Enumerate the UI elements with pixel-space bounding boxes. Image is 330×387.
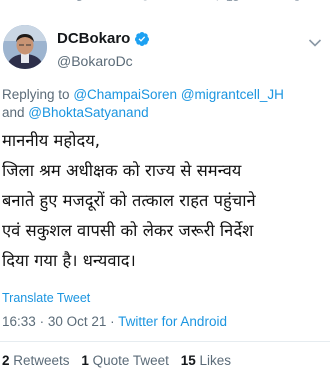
mention-link[interactable]: @migrantcell_JH xyxy=(181,87,284,102)
tweet-text-line: एवं सकुशल वापसी को लेकर जरूरी निर्देश xyxy=(2,221,254,240)
tweet-text-line: बनाते हुए मजदूरों को तत्काल राहत पहुंचान… xyxy=(2,191,256,210)
like-count: 15 xyxy=(226,0,239,4)
retweets-label: Retweets xyxy=(13,353,70,368)
tweet-time[interactable]: 16:33 xyxy=(2,314,36,329)
replying-to-conjunction: and xyxy=(2,105,25,120)
reply-count: 5 xyxy=(76,0,83,4)
retweets-stat[interactable]: 2 Retweets xyxy=(2,353,70,368)
chevron-down-icon[interactable] xyxy=(308,38,322,48)
engagement-stats: 2 Retweets 1 Quote Tweet 15 Likes xyxy=(2,353,231,368)
tweet-text-line: माननीय महोदय, xyxy=(2,131,101,150)
divider xyxy=(0,341,330,342)
tweet-date[interactable]: 30 Oct 21 xyxy=(48,314,107,329)
reply-icon[interactable]: ○ xyxy=(60,0,67,4)
retweets-count: 2 xyxy=(2,353,10,368)
tweet-detail: ○ 5 ↻ ♡ 15 ⇧ DCBokaro @BokaroDc Replying… xyxy=(0,0,330,387)
profile-photo-icon xyxy=(3,25,47,69)
tweet-client-link[interactable]: Twitter for Android xyxy=(118,314,227,329)
mention-link[interactable]: @ChampaiSoren xyxy=(73,87,177,102)
tweet-text: माननीय महोदय, जिला श्रम अधीक्षक को राज्य… xyxy=(2,126,326,276)
previous-tweet-action-bar: ○ 5 ↻ ♡ 15 ⇧ xyxy=(0,0,330,8)
retweet-icon[interactable]: ↻ xyxy=(140,0,150,4)
quote-tweets-label: Quote Tweet xyxy=(92,353,169,368)
avatar[interactable] xyxy=(3,25,47,69)
author-handle[interactable]: @BokaroDc xyxy=(57,53,133,69)
replying-to-line: Replying to @ChampaiSoren @migrantcell_J… xyxy=(2,86,322,122)
replying-to-prefix: Replying to xyxy=(2,87,70,102)
translate-tweet-link[interactable]: Translate Tweet xyxy=(2,291,90,305)
quote-tweets-count: 1 xyxy=(81,353,89,368)
share-icon[interactable]: ⇧ xyxy=(292,0,302,4)
mention-link[interactable]: @BhoktaSatyanand xyxy=(28,105,148,120)
quote-tweets-stat[interactable]: 1 Quote Tweet xyxy=(81,353,169,368)
likes-count: 15 xyxy=(180,353,196,368)
likes-stat[interactable]: 15 Likes xyxy=(181,353,231,368)
like-icon[interactable]: ♡ xyxy=(212,0,223,4)
tweet-text-line: दिया गया है। धन्यवाद। xyxy=(2,251,136,270)
author-name-row[interactable]: DCBokaro xyxy=(57,30,150,47)
tweet-timestamp: 16:33 · 30 Oct 21 · Twitter for Android xyxy=(2,314,227,329)
dot-separator: · xyxy=(39,314,45,329)
tweet-text-line: जिला श्रम अधीक्षक को राज्य से समन्वय xyxy=(2,161,242,180)
author-display-name[interactable]: DCBokaro xyxy=(57,30,130,47)
verified-badge-icon xyxy=(135,31,150,46)
dot-separator: · xyxy=(110,314,115,329)
likes-label: Likes xyxy=(199,353,231,368)
